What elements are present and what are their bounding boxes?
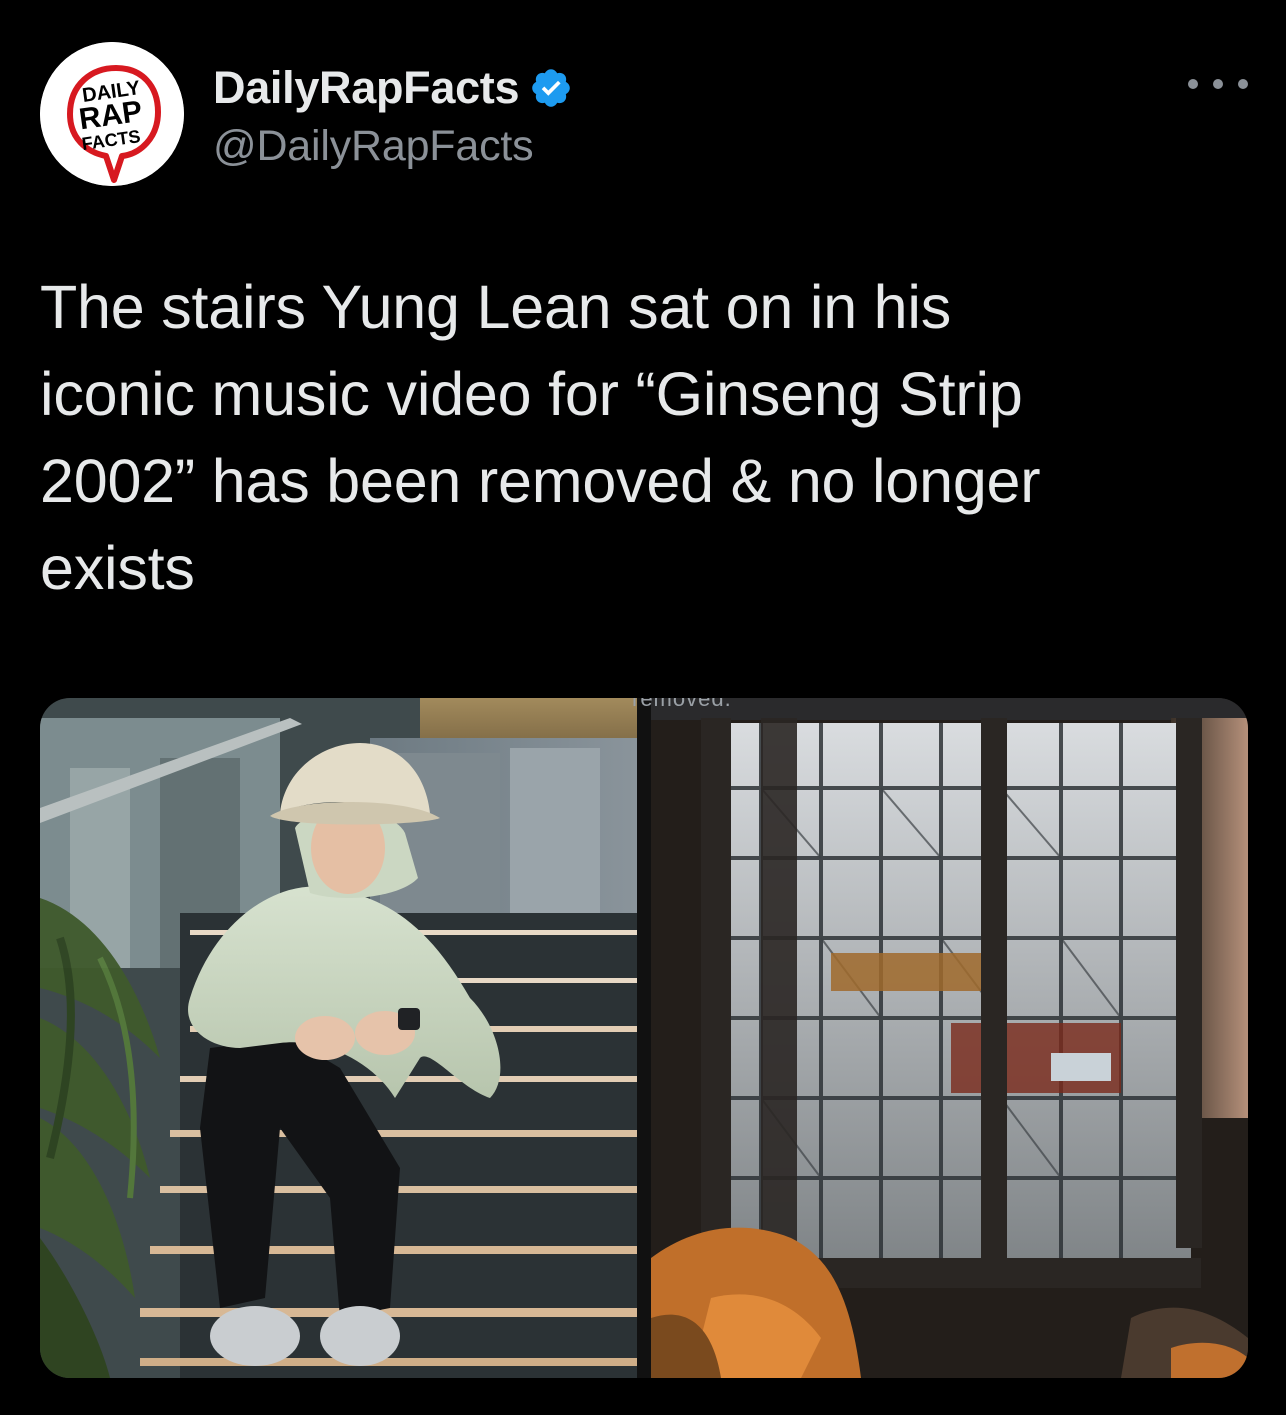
tweet-text-line: 2002” has been removed & no longer	[40, 447, 1041, 515]
media-photo-right[interactable]	[651, 698, 1248, 1378]
tweet-text-line: exists	[40, 534, 195, 602]
photo-caption-fragment: removed.	[632, 686, 732, 711]
tweet: DAILY RAP FACTS DailyRapFacts @DailyRapF…	[0, 0, 1286, 1415]
daily-rap-facts-logo-icon: DAILY RAP FACTS	[40, 42, 184, 186]
media-photo-left[interactable]	[40, 698, 637, 1378]
display-name[interactable]: DailyRapFacts	[213, 62, 520, 114]
media-grid	[40, 698, 1248, 1378]
tweet-text-line: iconic music video for “Ginseng Strip	[40, 360, 1023, 428]
photo-scaffolding-window-icon	[651, 698, 1248, 1378]
tweet-text-line: The stairs Yung Lean sat on in his	[40, 273, 952, 341]
more-options-button[interactable]	[1188, 64, 1248, 104]
author-block[interactable]: DailyRapFacts @DailyRapFacts	[213, 60, 573, 171]
avatar[interactable]: DAILY RAP FACTS	[40, 42, 184, 186]
photo-man-on-stairs-icon	[40, 698, 637, 1378]
name-row: DailyRapFacts	[213, 60, 573, 116]
tweet-text: The stairs Yung Lean sat on in his iconi…	[40, 264, 1240, 612]
ellipsis-icon	[1213, 79, 1223, 89]
ellipsis-icon	[1188, 79, 1198, 89]
verified-badge-icon	[529, 66, 573, 110]
handle[interactable]: @DailyRapFacts	[213, 122, 573, 171]
ellipsis-icon	[1238, 79, 1248, 89]
